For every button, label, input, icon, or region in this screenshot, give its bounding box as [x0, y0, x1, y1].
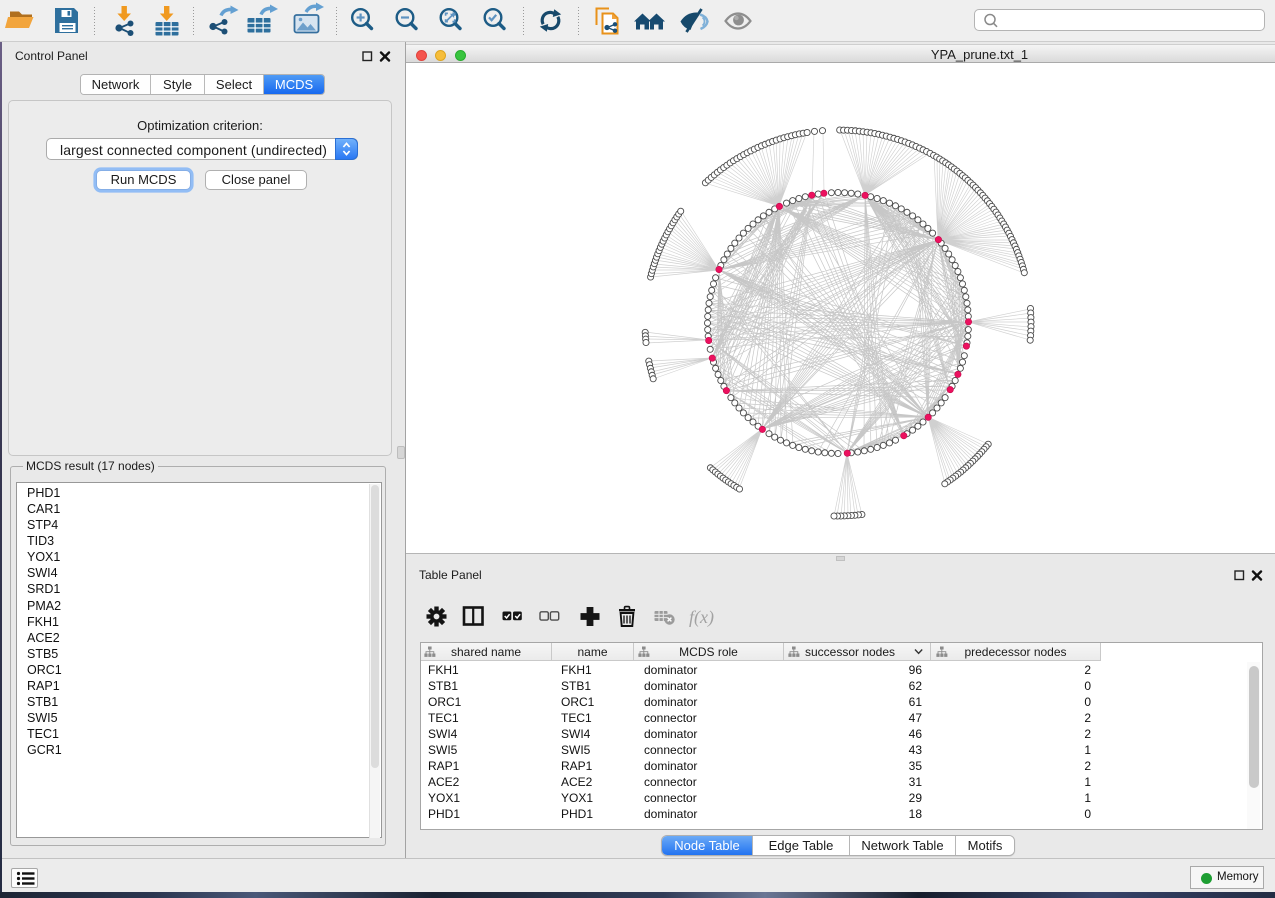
svg-text:f(x): f(x)	[689, 607, 714, 628]
